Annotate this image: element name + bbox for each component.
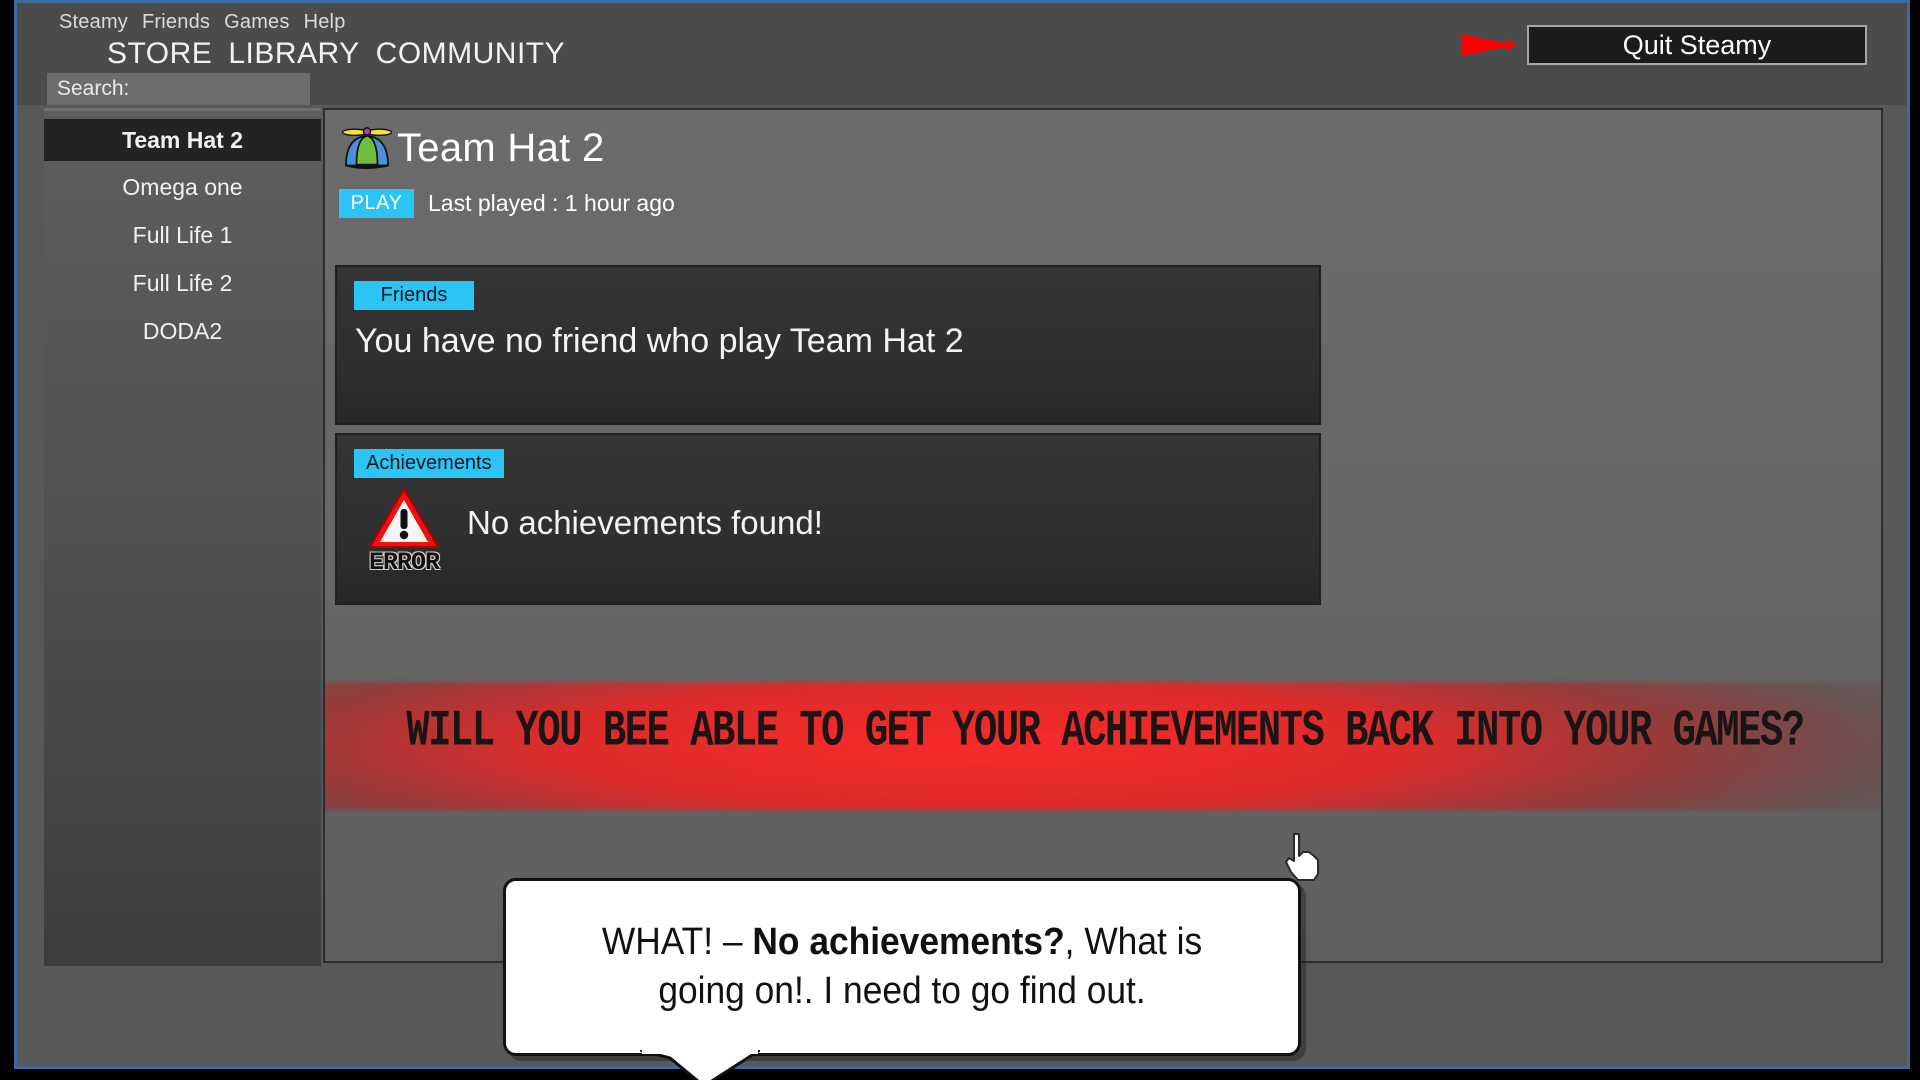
sidebar-item-label: DODA2 xyxy=(142,317,223,344)
speech-bubble-text: WHAT! – No achievements?, What is going … xyxy=(534,918,1271,1015)
nav-item-store[interactable]: STORE xyxy=(107,37,212,71)
nav-item-library[interactable]: LIBRARY xyxy=(228,37,359,71)
error-label: ERROR xyxy=(368,548,440,577)
quit-steamy-button[interactable]: Quit Steamy xyxy=(1527,25,1867,65)
achievements-empty-row: ERROR No achievements found! xyxy=(363,487,823,575)
banner-question-text: WILL YOU BEE ABLE TO GET YOUR ACHIEVEMEN… xyxy=(406,702,1805,761)
error-warning-triangle-icon xyxy=(368,487,440,548)
speech-bubble-tail xyxy=(640,1050,760,1080)
friends-tab-label: Friends xyxy=(380,284,448,306)
error-icon-group: ERROR xyxy=(363,487,445,575)
play-button-label: PLAY xyxy=(350,192,403,214)
achievements-card: Achievements ERROR No achievements found… xyxy=(335,433,1321,605)
red-arrow-icon xyxy=(1461,34,1517,56)
sidebar-item-omega-one[interactable]: Omega one xyxy=(44,165,321,209)
achievements-tab-label: Achievements xyxy=(366,452,492,474)
sidebar-item-doda2[interactable]: DODA2 xyxy=(44,309,321,353)
sidebar-item-team-hat-2[interactable]: Team Hat 2 xyxy=(44,117,321,161)
play-button[interactable]: PLAY xyxy=(339,189,414,218)
red-glow-band xyxy=(325,682,1881,810)
menu-bar: Steamy Friends Games Help STORE LIBRARY … xyxy=(17,3,1907,105)
friends-empty-message: You have no friend who play Team Hat 2 xyxy=(355,322,964,360)
game-header: Team Hat 2 xyxy=(339,120,605,176)
friends-card: Friends You have no friend who play Team… xyxy=(335,265,1321,425)
menu-items: Steamy Friends Games Help xyxy=(59,11,346,34)
pointing-hand-cursor xyxy=(1285,833,1319,881)
primary-nav: STORE LIBRARY COMMUNITY xyxy=(107,37,565,71)
speech-bubble: WHAT! – No achievements?, What is going … xyxy=(503,878,1301,1056)
sidebar-item-label: Omega one xyxy=(122,173,243,200)
game-detail-panel: Team Hat 2 PLAY Last played : 1 hour ago… xyxy=(323,108,1883,963)
menu-item-help[interactable]: Help xyxy=(304,11,346,34)
achievements-tab[interactable]: Achievements xyxy=(354,449,504,478)
screen: Steamy Friends Games Help STORE LIBRARY … xyxy=(0,0,1920,1080)
game-list: Team Hat 2 Omega one Full Life 1 Full Li… xyxy=(44,117,321,357)
achievements-empty-message: No achievements found! xyxy=(467,504,823,541)
sidebar-item-label: Full Life 1 xyxy=(132,221,233,248)
propeller-hat-icon xyxy=(341,127,393,169)
sidebar-item-label: Team Hat 2 xyxy=(121,126,243,153)
sidebar-item-full-life-1[interactable]: Full Life 1 xyxy=(44,213,321,257)
nav-item-community[interactable]: COMMUNITY xyxy=(376,37,565,71)
search-label: Search: xyxy=(57,77,130,100)
menu-item-games[interactable]: Games xyxy=(224,11,289,34)
speech-prefix: WHAT! – xyxy=(601,921,753,964)
search-input[interactable]: Search: xyxy=(47,73,310,105)
last-played-text: Last played : 1 hour ago xyxy=(428,190,675,216)
sidebar-item-full-life-2[interactable]: Full Life 2 xyxy=(44,261,321,305)
quit-steamy-label: Quit Steamy xyxy=(1622,29,1772,60)
game-list-sidebar: Team Hat 2 Omega one Full Life 1 Full Li… xyxy=(44,108,321,966)
speech-bold: No achievements? xyxy=(752,921,1065,964)
sidebar-item-label: Full Life 2 xyxy=(132,269,233,296)
menu-item-steamy[interactable]: Steamy xyxy=(59,11,128,34)
menu-item-friends[interactable]: Friends xyxy=(142,11,210,34)
play-row: PLAY Last played : 1 hour ago xyxy=(339,189,675,218)
page-title: Team Hat 2 xyxy=(397,125,605,170)
friends-tab[interactable]: Friends xyxy=(354,281,474,310)
